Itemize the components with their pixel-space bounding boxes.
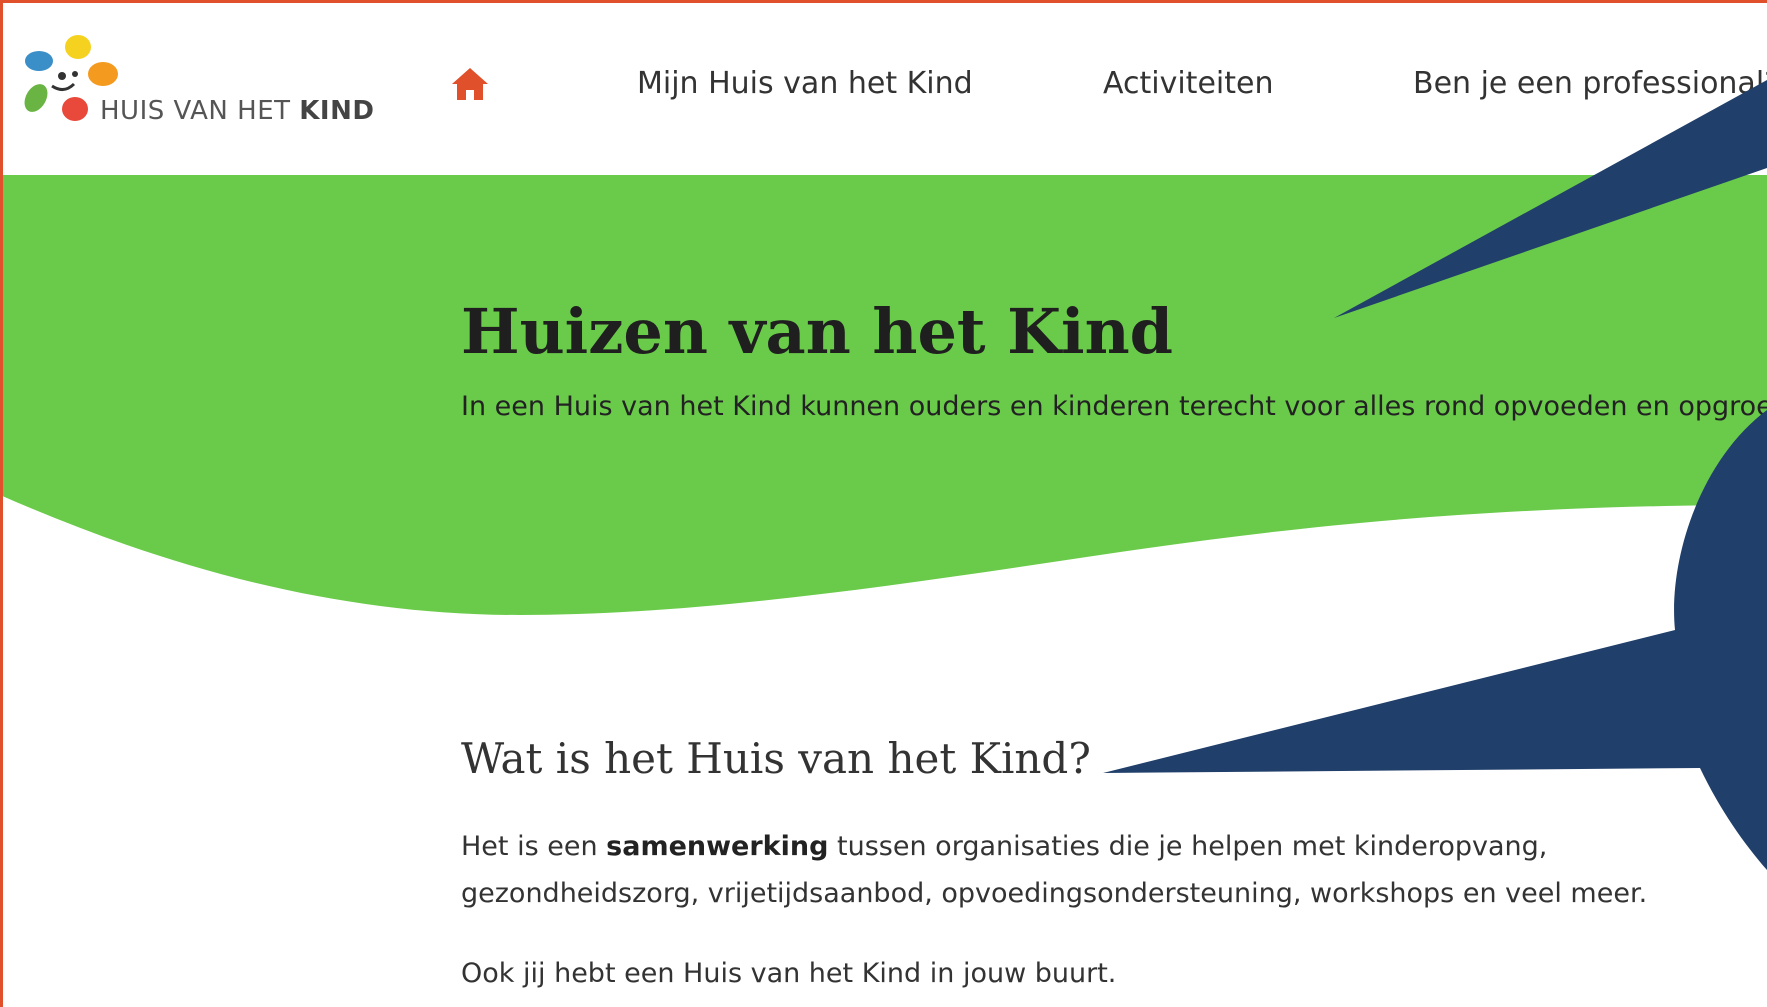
nav-item-activiteiten[interactable]: Activiteiten xyxy=(1103,66,1273,101)
nav-item-professional[interactable]: Ben je een professional? xyxy=(1413,66,1767,101)
hero-subtitle: In een Huis van het Kind kunnen ouders e… xyxy=(461,391,1767,422)
neighbourhood-paragraph: Ook jij hebt een Huis van het Kind in jo… xyxy=(461,958,1117,989)
frame-border-top xyxy=(0,0,1767,3)
nav-item-mijn-huis[interactable]: Mijn Huis van het Kind xyxy=(637,66,973,101)
emphasis-samenwerking: samenwerking xyxy=(606,831,829,862)
site-header: HUIS VAN HET KIND Mijn Huis van het Kind… xyxy=(0,0,1767,175)
frame-border-left xyxy=(0,0,3,1007)
logo-wordmark: HUIS VAN HET KIND xyxy=(100,96,375,126)
home-icon[interactable] xyxy=(450,66,490,102)
intro-paragraph: Het is een samenwerking tussen organisat… xyxy=(461,831,1648,909)
page-title: Huizen van het Kind xyxy=(461,295,1174,368)
site-logo[interactable]: HUIS VAN HET KIND xyxy=(22,34,374,134)
page-frame: HUIS VAN HET KIND Mijn Huis van het Kind… xyxy=(0,0,1767,1007)
section-heading: Wat is het Huis van het Kind? xyxy=(461,734,1091,783)
